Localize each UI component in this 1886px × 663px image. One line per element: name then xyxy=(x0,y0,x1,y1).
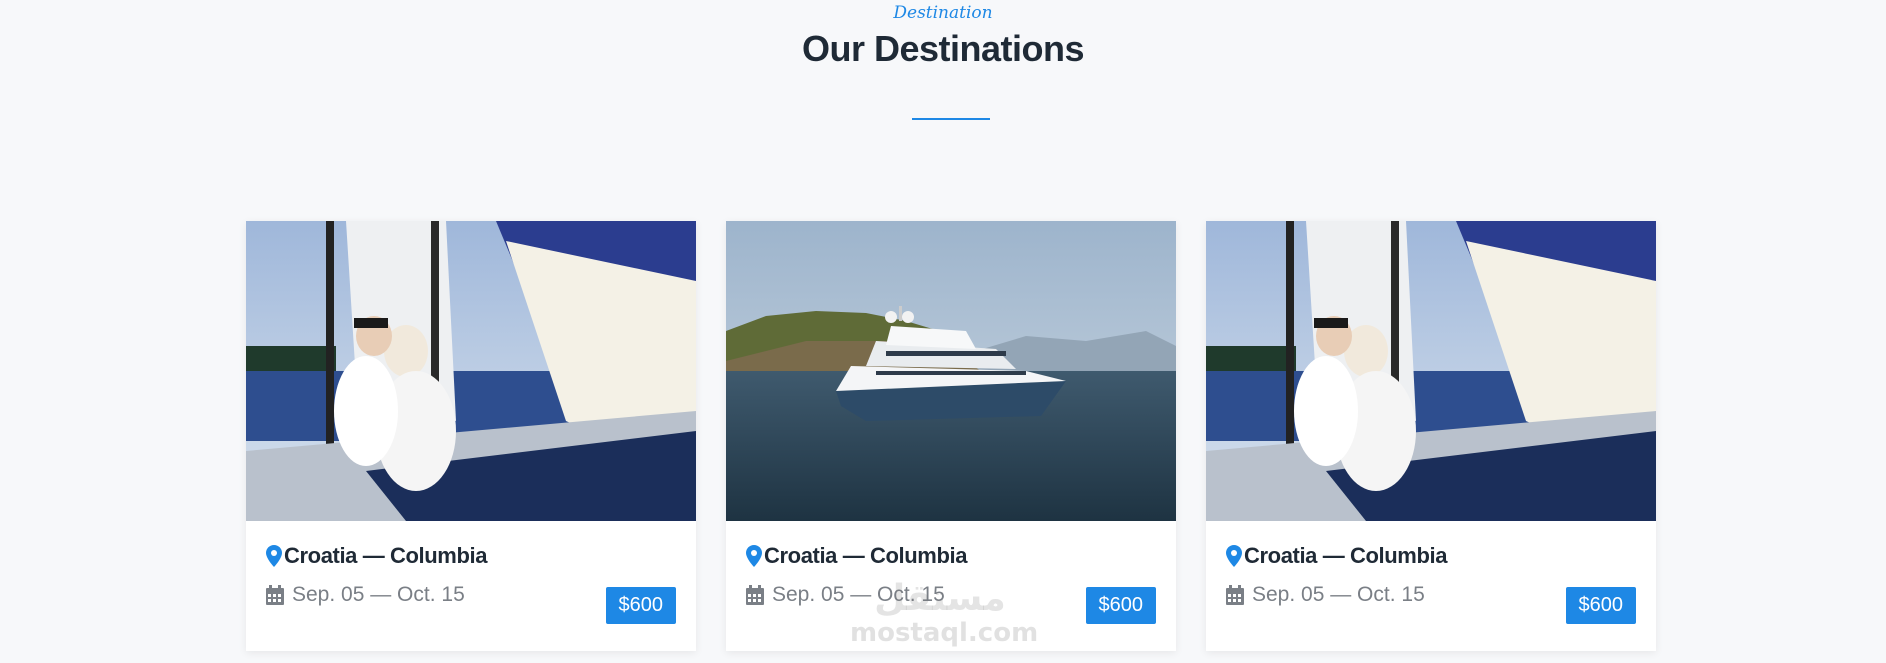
watermark-logo: مستقل xyxy=(850,574,1030,620)
title-divider xyxy=(912,118,990,120)
card-dates-text: Sep. 05 — Oct. 15 xyxy=(1252,583,1425,606)
card-dates-text: Sep. 05 — Oct. 15 xyxy=(292,583,465,606)
card-location-text: Croatia — Columbia xyxy=(284,543,488,568)
card-body: Croatia — Columbia Sep. 05 — Oct. 15 $60… xyxy=(1206,521,1656,651)
calendar-icon xyxy=(746,585,764,605)
card-location: Croatia — Columbia xyxy=(746,543,967,569)
card-location-text: Croatia — Columbia xyxy=(1244,543,1448,568)
card-body: Croatia — Columbia Sep. 05 — Oct. 15 $60… xyxy=(246,521,696,651)
calendar-icon xyxy=(1226,585,1244,605)
watermark-text: mostaql.com xyxy=(850,618,1039,648)
section-subtitle: Destination xyxy=(893,3,993,23)
section-title: Our Destinations xyxy=(801,28,1085,69)
card-dates: Sep. 05 — Oct. 15 xyxy=(266,583,465,607)
watermark-logo-text: مستقل xyxy=(874,578,1006,619)
yacht-photo[interactable] xyxy=(726,221,1176,521)
card-location: Croatia — Columbia xyxy=(1226,543,1447,569)
destination-card[interactable]: Croatia — Columbia Sep. 05 — Oct. 15 $60… xyxy=(246,221,696,651)
sailboat-couple-photo[interactable] xyxy=(246,221,696,521)
price-button[interactable]: $600 xyxy=(605,587,676,624)
calendar-icon xyxy=(266,585,284,605)
map-pin-icon xyxy=(746,545,762,567)
map-pin-icon xyxy=(266,545,282,567)
card-location-text: Croatia — Columbia xyxy=(764,543,968,568)
price-button[interactable]: $600 xyxy=(1565,587,1636,624)
destination-card[interactable]: Croatia — Columbia Sep. 05 — Oct. 15 $60… xyxy=(1206,221,1656,651)
sailboat-couple-photo[interactable] xyxy=(1206,221,1656,521)
card-location: Croatia — Columbia xyxy=(266,543,487,569)
card-dates: Sep. 05 — Oct. 15 xyxy=(1226,583,1425,607)
map-pin-icon xyxy=(1226,545,1242,567)
price-button[interactable]: $600 xyxy=(1085,587,1156,624)
